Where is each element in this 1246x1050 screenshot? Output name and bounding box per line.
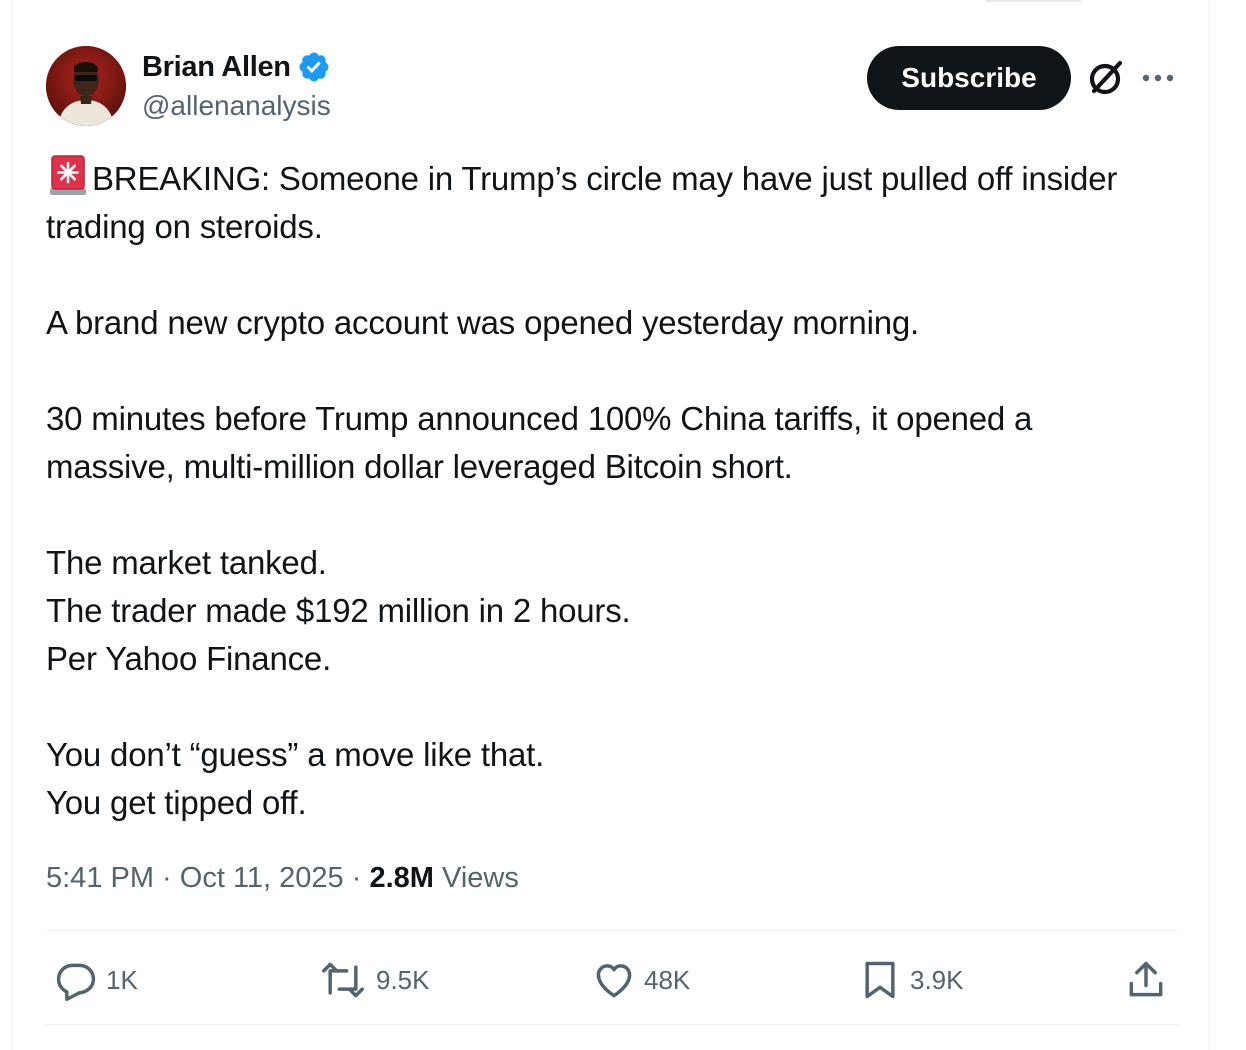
- tweet-line: trading on steroids.: [46, 208, 323, 245]
- tweet-paragraph: You don’t “guess” a move like that. You g…: [46, 731, 1186, 827]
- tweet-line: BREAKING: Someone in Trump’s circle may …: [92, 160, 1118, 197]
- meta-separator: ·: [154, 861, 180, 894]
- bookmark-icon: [865, 961, 895, 999]
- reply-button[interactable]: 1K: [54, 952, 138, 1008]
- divider: [46, 930, 1178, 931]
- verified-badge-icon[interactable]: [297, 50, 331, 84]
- repost-icon: [322, 962, 364, 998]
- tweet-line: The market tanked.: [46, 544, 327, 581]
- tweet-paragraph: 30 minutes before Trump announced 100% C…: [46, 395, 1186, 491]
- heart-icon: [596, 964, 632, 998]
- tweet-line: The trader made $192 million in 2 hours.: [46, 592, 631, 629]
- share-icon: [1129, 961, 1163, 997]
- divider: [46, 1024, 1178, 1025]
- tweet-line: massive, multi-million dollar leveraged …: [46, 448, 793, 485]
- grok-icon[interactable]: [1086, 58, 1126, 98]
- repost-button[interactable]: 9.5K: [318, 952, 430, 1008]
- tweet-line: A brand new crypto account was opened ye…: [46, 304, 919, 341]
- meta-separator: ·: [343, 861, 370, 894]
- tweet-line: 30 minutes before Trump announced 100% C…: [46, 400, 1033, 437]
- repost-count: 9.5K: [376, 964, 430, 995]
- tweet-line: Per Yahoo Finance.: [46, 640, 332, 677]
- tweet-line: You get tipped off.: [46, 784, 307, 821]
- avatar-image: [46, 46, 126, 126]
- tweet-time[interactable]: 5:41 PM: [46, 862, 154, 895]
- bookmark-count: 3.9K: [910, 964, 964, 995]
- tweet-meta: 5:41 PM · Oct 11, 2025 · 2.8M Views: [46, 858, 519, 898]
- action-bar: 1K 9.5K 48K 3.9K: [46, 952, 1178, 1008]
- top-edge-fragment: [985, 0, 1081, 2]
- avatar[interactable]: [46, 46, 126, 126]
- tweet-text: BREAKING: Someone in Trump’s circle may …: [46, 154, 1186, 827]
- more-options-icon[interactable]: [1140, 64, 1176, 92]
- author-name-row[interactable]: Brian Allen: [142, 48, 331, 86]
- tweet-date[interactable]: Oct 11, 2025: [180, 862, 344, 895]
- tweet-paragraph: The market tanked. The trader made $192 m…: [46, 539, 1186, 683]
- display-name[interactable]: Brian Allen: [142, 51, 291, 84]
- share-button[interactable]: [1124, 952, 1168, 1008]
- subscribe-button[interactable]: Subscribe: [867, 46, 1071, 110]
- author-handle[interactable]: @allenanalysis: [142, 90, 331, 122]
- reply-count: 1K: [106, 964, 138, 995]
- views-count: 2.8M: [369, 861, 434, 894]
- tweet-line: You don’t “guess” a move like that.: [46, 736, 545, 773]
- bookmark-button[interactable]: 3.9K: [858, 952, 964, 1008]
- rotating-light-icon: [50, 155, 86, 195]
- like-count: 48K: [644, 964, 691, 995]
- views-label: Views: [433, 861, 519, 894]
- tweet-paragraph: BREAKING: Someone in Trump’s circle may …: [46, 154, 1186, 251]
- reply-icon: [56, 963, 96, 1001]
- like-button[interactable]: 48K: [592, 952, 690, 1008]
- tweet-paragraph: A brand new crypto account was opened ye…: [46, 299, 1186, 347]
